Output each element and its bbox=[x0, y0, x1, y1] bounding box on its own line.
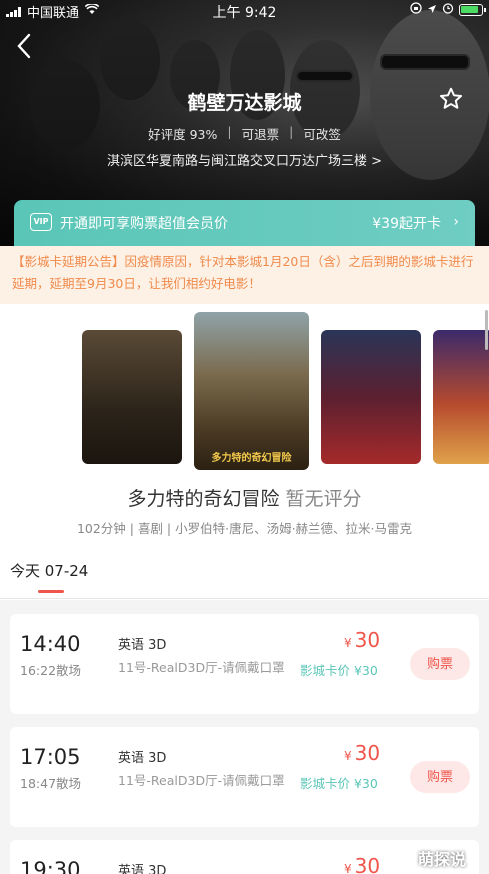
poster-caption: 多力特的奇幻冒险 bbox=[211, 453, 292, 464]
price-value: 30 bbox=[354, 854, 381, 874]
movie-poster[interactable] bbox=[82, 330, 182, 464]
chevron-left-icon bbox=[17, 33, 31, 59]
showtime-row[interactable]: 14:40 16:22散场 英语 3D 11号-RealD3D厅-请佩戴口罩 ¥… bbox=[10, 614, 479, 714]
vip-promo-text: 开通即可享购票超值会员价 bbox=[60, 216, 228, 232]
back-button[interactable] bbox=[14, 32, 42, 62]
movie-title: 多力特的奇幻冒险 暂无评分 bbox=[0, 484, 489, 511]
currency-symbol: ¥ bbox=[344, 749, 352, 763]
hall-name: 11号-RealD3D厅-请佩戴口罩 bbox=[118, 773, 285, 788]
price-value: 30 bbox=[354, 741, 381, 765]
cinema-detail-page: 中国联通 上午 9:42 鹤壁万达影城 好评度 93% | 可退票 | 可改签 … bbox=[0, 0, 489, 874]
cinema-tags: 好评度 93% | 可退票 | 可改签 bbox=[0, 124, 489, 143]
movie-meta: 102分钟 | 喜剧 | 小罗伯特·唐尼、汤姆·赫兰德、拉米·马雷克 bbox=[76, 521, 413, 536]
showtime-row[interactable]: 19:30 英语 3D ¥30 bbox=[10, 840, 479, 874]
movie-poster[interactable] bbox=[321, 330, 421, 464]
showtime-row[interactable]: 17:05 18:47散场 英语 3D 11号-RealD3D厅-请佩戴口罩 ¥… bbox=[10, 727, 479, 827]
price-value: 30 bbox=[354, 628, 381, 652]
ticket-price: ¥30 bbox=[344, 741, 380, 765]
start-time: 19:30 bbox=[20, 858, 81, 874]
refund-tag: 可退票 bbox=[241, 127, 280, 142]
start-time: 14:40 bbox=[20, 632, 81, 656]
vip-icon: VIP bbox=[30, 213, 52, 231]
alarm-icon bbox=[442, 2, 454, 18]
movie-poster-carousel[interactable]: 多力特的奇幻冒险 bbox=[0, 304, 489, 474]
rating-label: 好评度 93% bbox=[148, 127, 218, 142]
tab-active-indicator bbox=[38, 590, 64, 593]
tab-date-today[interactable]: 今天 07-24 bbox=[10, 560, 88, 581]
location-icon bbox=[427, 3, 437, 18]
end-time: 16:22散场 bbox=[20, 663, 82, 678]
ticket-price: ¥30 bbox=[344, 628, 380, 652]
language-format: 英语 3D bbox=[118, 638, 167, 653]
divider bbox=[0, 598, 489, 599]
chevron-right-icon: › bbox=[453, 214, 459, 230]
cinema-address-link[interactable]: 淇滨区华夏南路与闽江路交叉口万达广场三楼 > bbox=[0, 150, 489, 169]
notice-banner: 【影城卡延期公告】因疫情原因，针对本影城1月20日（含）之后到期的影城卡进行延期… bbox=[0, 246, 489, 304]
status-bar: 中国联通 上午 9:42 bbox=[0, 0, 489, 21]
vip-price: ¥39起开卡 bbox=[372, 216, 441, 232]
movie-poster-selected[interactable]: 多力特的奇幻冒险 bbox=[194, 312, 309, 470]
language-format: 英语 3D bbox=[118, 751, 167, 766]
tag-divider: | bbox=[227, 124, 232, 139]
movie-poster[interactable] bbox=[433, 330, 489, 464]
currency-symbol: ¥ bbox=[344, 636, 352, 650]
language-format: 英语 3D bbox=[118, 864, 167, 874]
end-time: 18:47散场 bbox=[20, 776, 82, 791]
battery-icon bbox=[459, 4, 486, 16]
buy-ticket-button[interactable]: 购票 bbox=[410, 761, 470, 793]
cinema-name: 鹤壁万达影城 bbox=[187, 92, 302, 114]
buy-ticket-button[interactable]: 购票 bbox=[410, 648, 470, 680]
currency-symbol: ¥ bbox=[344, 862, 352, 874]
member-card-price: 影城卡价 ¥30 bbox=[300, 663, 378, 678]
ticket-price: ¥30 bbox=[344, 854, 380, 874]
movie-score: 暂无评分 bbox=[285, 488, 362, 510]
lock-rotation-icon bbox=[410, 2, 422, 18]
watermark-text: 萌探说 bbox=[418, 850, 467, 869]
start-time: 17:05 bbox=[20, 745, 81, 769]
hall-name: 11号-RealD3D厅-请佩戴口罩 bbox=[118, 660, 285, 675]
change-tag: 可改签 bbox=[303, 127, 341, 142]
vip-membership-bar[interactable]: VIP 开通即可享购票超值会员价 ¥39起开卡 › bbox=[14, 200, 475, 246]
tag-divider: | bbox=[289, 124, 294, 139]
scrollbar[interactable] bbox=[485, 310, 488, 350]
movie-name: 多力特的奇幻冒险 bbox=[127, 488, 280, 510]
member-card-price: 影城卡价 ¥30 bbox=[300, 776, 378, 791]
